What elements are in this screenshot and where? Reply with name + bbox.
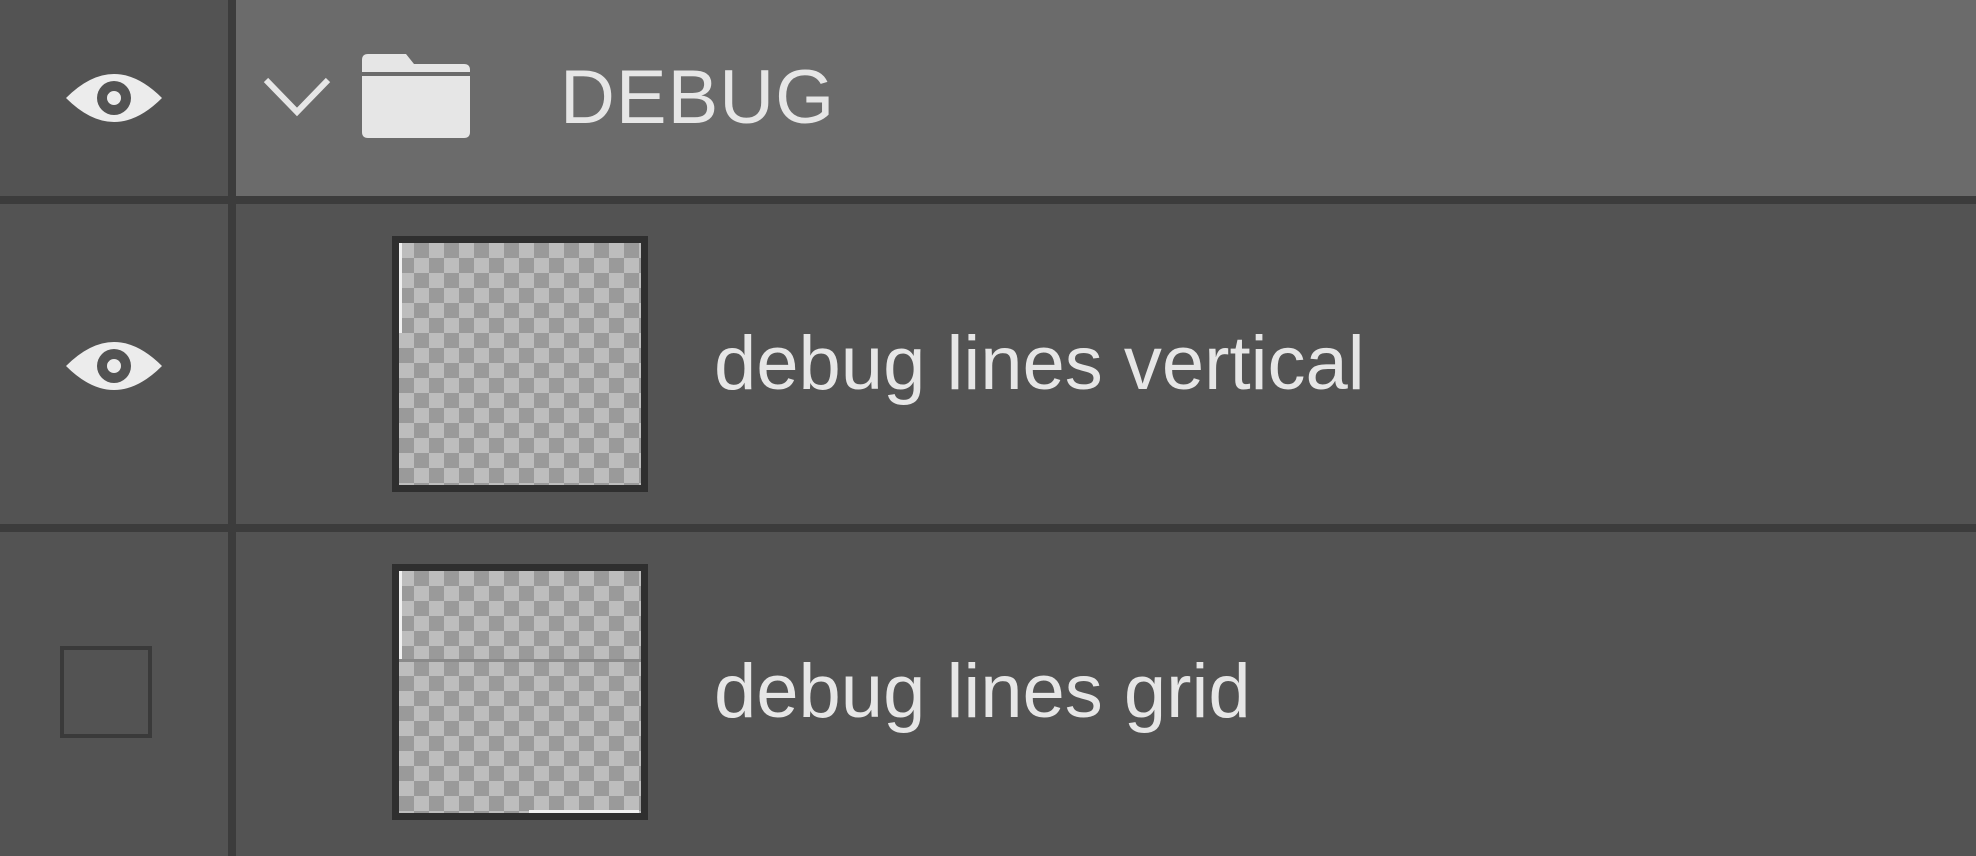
thumbnail-line [529,810,639,813]
visibility-toggle-empty[interactable] [60,646,152,738]
eye-icon[interactable] [64,66,164,130]
layer-name: debug lines vertical [714,321,1365,406]
folder-icon [362,54,470,138]
row-separator [0,196,1976,204]
group-row-content[interactable] [236,0,1976,196]
eye-icon[interactable] [64,334,164,398]
layers-panel: DEBUG debug lines vertical debug lines g… [0,0,1976,856]
visibility-column-divider [228,0,236,856]
chevron-down-icon[interactable] [262,74,332,118]
layer-thumbnail[interactable] [392,236,648,492]
layer-name: debug lines grid [714,649,1251,734]
layer-group-name: DEBUG [560,55,836,140]
row-separator [0,524,1976,532]
layer-thumbnail[interactable] [392,564,648,820]
